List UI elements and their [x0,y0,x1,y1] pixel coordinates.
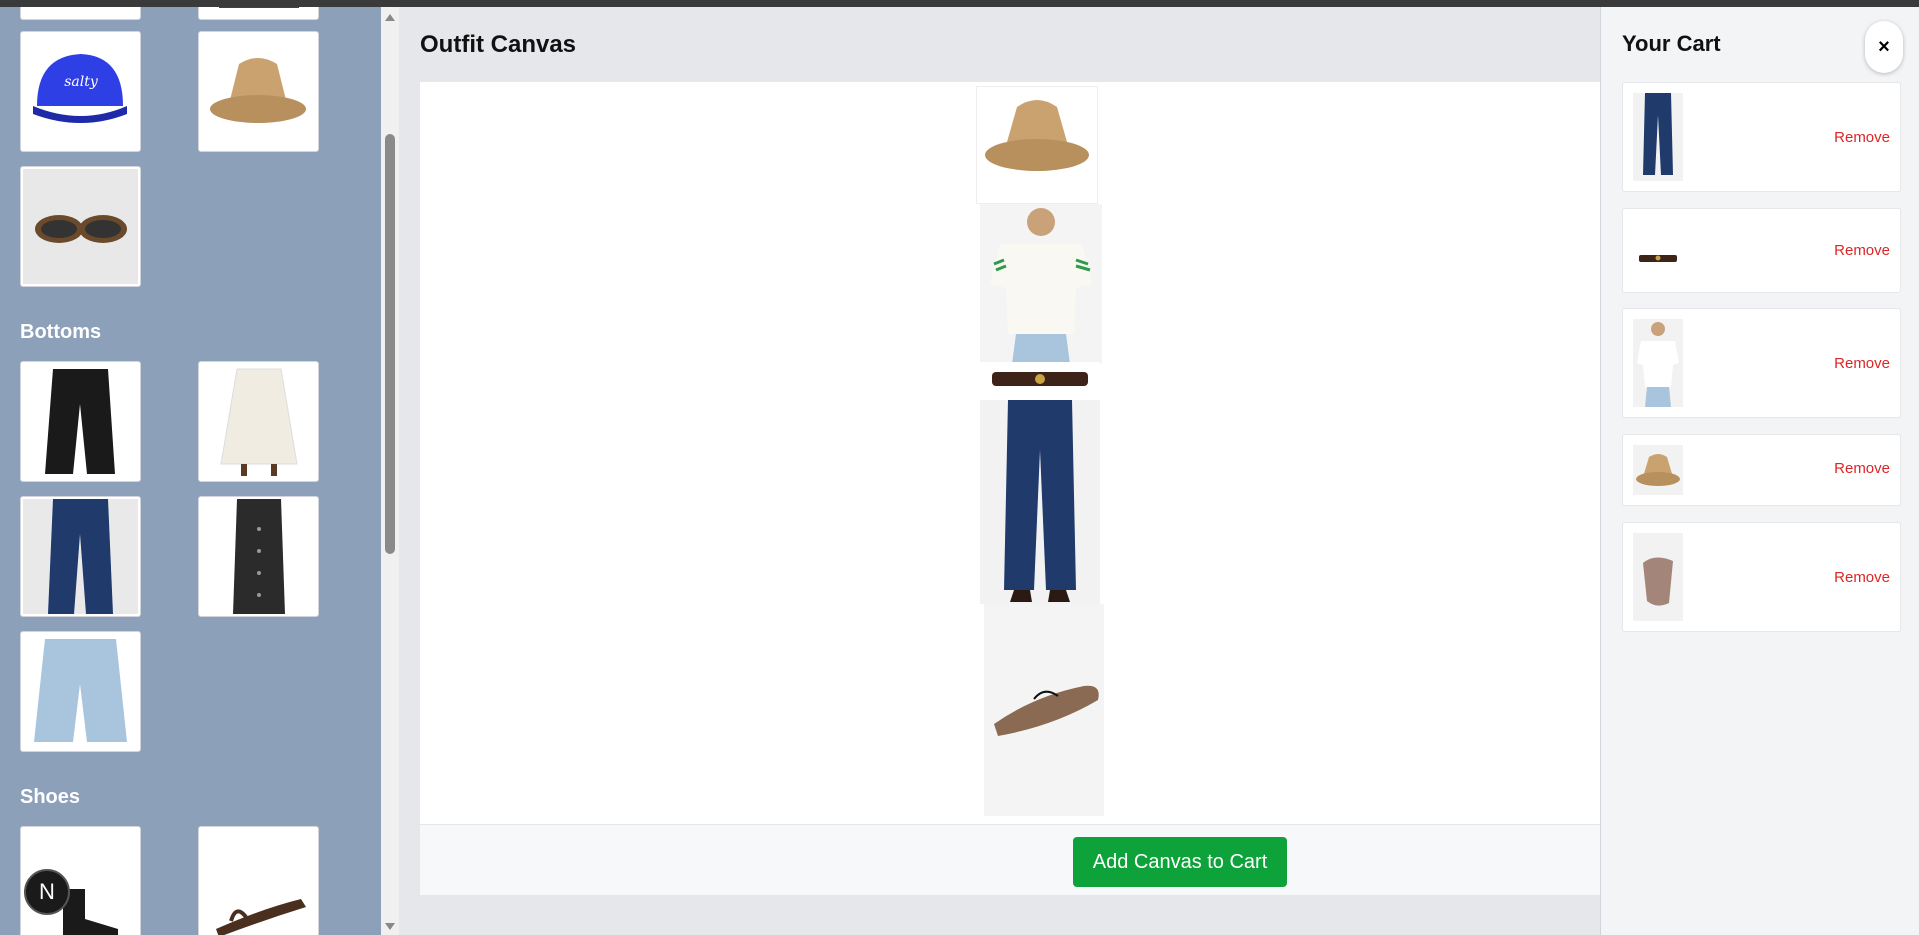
mesh-flat-icon [1643,557,1673,606]
cart-item-blue-jeans: Remove [1622,82,1901,192]
section-title-shoes: Shoes [20,786,81,808]
canvas-footer: Add Canvas to Cart [420,824,1600,895]
page-title: Outfit Canvas [420,31,577,58]
canvas-item-white-tshirt[interactable] [980,204,1102,364]
denim-shorts-icon [34,639,127,742]
sunglasses-icon [23,169,138,284]
cart-item-belt: Remove [1622,208,1901,293]
straw-hat-icon [1636,454,1680,486]
product-thumb-cap[interactable]: salty [20,31,141,152]
sandal-icon [216,899,306,935]
black-skirt-icon [233,499,285,614]
canvas-item-mesh-flat[interactable] [984,604,1104,816]
add-canvas-to-cart-button[interactable]: Add Canvas to Cart [1073,837,1287,887]
cart-panel: Your Cart × Remove Remove Remove Remove … [1600,7,1919,935]
main-panel: Outfit Canvas Add Canvas to Cart [399,7,1600,935]
cart-item-white-tshirt: Remove [1622,308,1901,418]
product-sidebar[interactable]: salty Bottoms Shoes N [0,7,381,935]
outfit-canvas[interactable] [420,82,1600,824]
baseball-cap-icon: salty [33,54,127,123]
product-thumb-straw-hat[interactable] [198,31,319,152]
product-thumb-sunglasses[interactable] [20,166,141,287]
cart-item-mesh-flat: Remove [1622,522,1901,632]
product-thumb-black-skirt[interactable] [198,496,319,617]
cart-title: Your Cart [1622,31,1721,56]
cap-text: salty [64,74,99,90]
cart-item-thumb [1633,249,1683,269]
product-thumb-partial[interactable] [198,7,319,20]
mesh-flat-icon [994,685,1099,736]
remove-button[interactable]: Remove [1834,129,1890,146]
blue-jeans-icon [1643,93,1673,175]
white-tshirt-icon [980,204,1102,364]
sidebar-scrollbar[interactable] [381,7,399,935]
belt-icon [992,372,1088,386]
cart-item-thumb [1633,319,1683,407]
product-thumb-partial[interactable] [20,7,141,20]
black-trousers-icon [45,369,115,474]
product-thumb-blue-jeans[interactable] [20,496,141,617]
cart-item-thumb [1633,445,1683,495]
canvas-item-belt[interactable] [980,362,1100,402]
white-skirt-icon [220,368,298,476]
remove-button[interactable]: Remove [1834,355,1890,372]
white-tshirt-icon [1637,322,1679,407]
section-title-bottoms: Bottoms [20,321,102,343]
blue-jeans-icon [980,400,1100,604]
product-thumb-black-trousers[interactable] [20,361,141,482]
straw-hat-icon [985,100,1089,171]
straw-hat-icon [210,58,306,123]
product-thumb-denim-shorts[interactable] [20,631,141,752]
browser-top-bar [0,0,1919,7]
belt-icon [218,7,299,8]
cart-item-straw-hat: Remove [1622,434,1901,506]
n-badge-button[interactable]: N [24,869,70,915]
product-thumb-white-skirt[interactable] [198,361,319,482]
remove-button[interactable]: Remove [1834,460,1890,477]
cart-item-thumb [1633,533,1683,621]
product-thumb-sandal[interactable] [198,826,319,935]
close-icon: × [1878,35,1890,58]
scroll-thumb[interactable] [385,134,395,554]
canvas-item-blue-jeans[interactable] [980,400,1100,604]
scroll-up-icon[interactable] [385,14,395,21]
scroll-down-icon[interactable] [385,923,395,930]
canvas-item-straw-hat[interactable] [976,86,1098,204]
belt-icon [1639,255,1677,262]
blue-jeans-icon [23,499,138,614]
cart-item-thumb [1633,93,1683,181]
close-cart-button[interactable]: × [1865,21,1903,73]
remove-button[interactable]: Remove [1834,242,1890,259]
remove-button[interactable]: Remove [1834,569,1890,586]
